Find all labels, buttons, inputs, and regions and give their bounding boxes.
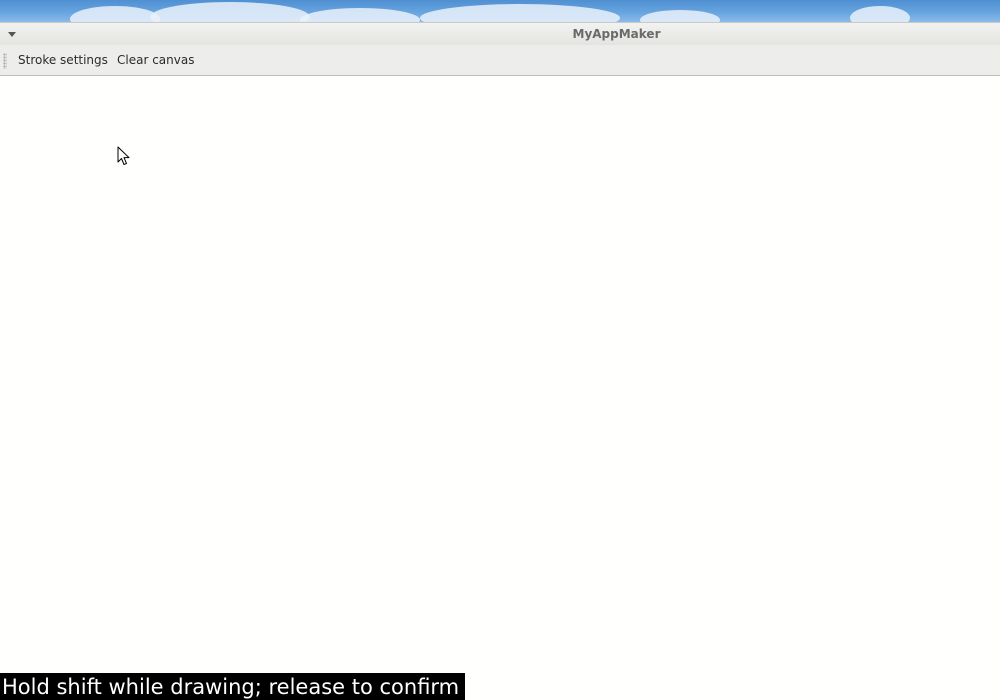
cloud-decoration bbox=[850, 6, 910, 22]
clear-canvas-button[interactable]: Clear canvas bbox=[117, 53, 194, 67]
cloud-decoration bbox=[300, 8, 420, 22]
cloud-decoration bbox=[150, 2, 310, 22]
toolbar: Stroke settings Clear canvas bbox=[0, 45, 1000, 76]
drawing-canvas[interactable] bbox=[0, 77, 1000, 700]
window-title: MyAppMaker bbox=[572, 27, 661, 41]
window-titlebar[interactable]: MyAppMaker bbox=[0, 22, 1000, 45]
desktop-background bbox=[0, 0, 1000, 22]
cloud-decoration bbox=[70, 6, 160, 22]
stroke-settings-button[interactable]: Stroke settings bbox=[18, 53, 108, 67]
cloud-decoration bbox=[640, 10, 720, 22]
instruction-caption: Hold shift while drawing; release to con… bbox=[0, 673, 466, 700]
grip-icon[interactable] bbox=[3, 53, 7, 69]
cloud-decoration bbox=[420, 4, 620, 22]
mouse-pointer-icon bbox=[117, 146, 130, 165]
